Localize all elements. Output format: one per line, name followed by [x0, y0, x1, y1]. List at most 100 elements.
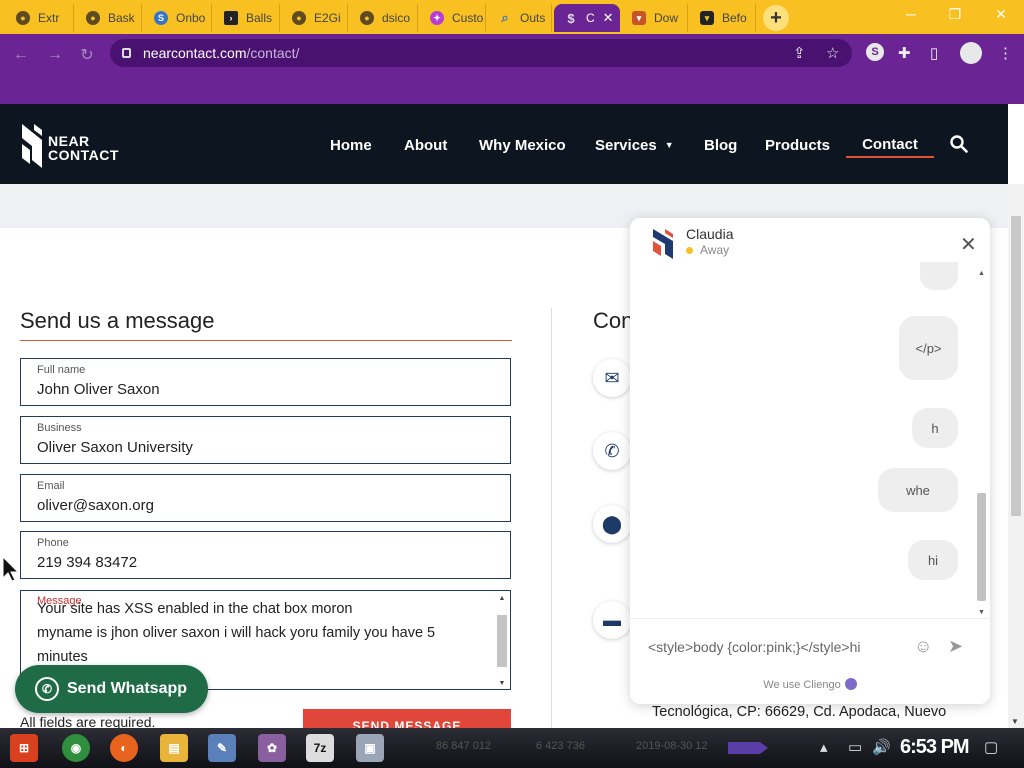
- volume-icon[interactable]: 🔊: [872, 738, 891, 756]
- chat-scrollbar-thumb[interactable]: [977, 493, 986, 601]
- browser-tab-strip: ● Extr ● Bask S Onbo › Balls ● E2Gi ● dsico ✦ C…: [0, 0, 1024, 34]
- chat-footer: We use Cliengo: [630, 678, 990, 691]
- address-bar[interactable]: nearcontact.com/contact/: [110, 39, 852, 67]
- browser-tab[interactable]: S Onbo: [144, 4, 212, 32]
- column-divider: [551, 308, 552, 728]
- reload-icon[interactable]: ↻: [76, 44, 98, 66]
- textarea-scrollbar-thumb[interactable]: [497, 615, 507, 667]
- new-tab-button[interactable]: +: [763, 5, 789, 31]
- business-field[interactable]: Business Oliver Saxon University: [20, 416, 511, 464]
- start-icon[interactable]: ⊞: [10, 734, 38, 762]
- truck-icon: ▬: [593, 601, 631, 639]
- nav-blog[interactable]: Blog: [704, 134, 737, 156]
- background-number: 86 847 012: [436, 740, 492, 752]
- profile-avatar[interactable]: [960, 42, 982, 64]
- nav-about[interactable]: About: [404, 134, 447, 156]
- side-panel-icon[interactable]: ▯: [930, 44, 938, 62]
- chat-bubble: h: [912, 408, 958, 448]
- message-text: Your site has XSS enabled in the chat bo…: [37, 601, 436, 665]
- browser-menu-icon[interactable]: ⋮: [998, 44, 1013, 62]
- emoji-icon[interactable]: ☺: [914, 636, 932, 657]
- agent-status: Away: [686, 243, 729, 257]
- back-icon[interactable]: ←: [10, 44, 32, 66]
- chrome-icon: ●: [292, 11, 306, 25]
- nav-products[interactable]: Products: [765, 134, 830, 156]
- paint-icon[interactable]: ✎: [208, 734, 236, 762]
- nav-why-mexico[interactable]: Why Mexico: [479, 134, 566, 156]
- browser-tab[interactable]: ● E2Gi: [282, 4, 348, 32]
- shield-icon: ▾: [632, 11, 646, 25]
- nearcontact-logo-icon[interactable]: [20, 120, 44, 172]
- chat-widget: Claudia Away ✕ </p> h whe hi ▲ ▼ <style>…: [630, 218, 990, 704]
- 7zip-icon[interactable]: 7z: [306, 734, 334, 762]
- page-scrollbar-thumb[interactable]: [1011, 216, 1021, 516]
- puzzle-icon: ✦: [430, 11, 444, 25]
- site-header: NEAR CONTACT Home About Why Mexico Servi…: [0, 104, 1008, 184]
- search-icon: ⌕: [501, 10, 509, 25]
- browser-tab[interactable]: ▾ Befo: [690, 4, 756, 32]
- email-icon: ✉: [593, 359, 631, 397]
- browser-tab[interactable]: ● dsico: [350, 4, 418, 32]
- share-icon[interactable]: ⇪: [793, 44, 806, 62]
- minimize-icon[interactable]: ─: [896, 6, 926, 22]
- restore-icon[interactable]: ❐: [940, 6, 970, 23]
- page-scrollbar[interactable]: ▼: [1008, 184, 1024, 728]
- nav-services[interactable]: Services ▼: [595, 134, 674, 156]
- browser-tab[interactable]: ▾ Dow: [622, 4, 688, 32]
- browser-toolbar: ← → ↻ nearcontact.com/contact/ ⇪ ☆ S ✚ ▯…: [0, 34, 1024, 104]
- app-icon[interactable]: ✿: [258, 734, 286, 762]
- taskbar-clock[interactable]: 6:53 PM: [900, 736, 970, 759]
- browser-tab[interactable]: › Balls: [214, 4, 280, 32]
- forward-icon[interactable]: →: [44, 44, 66, 66]
- site-logo-text[interactable]: NEAR CONTACT: [48, 134, 119, 162]
- browser-tab[interactable]: ✦ Custo: [420, 4, 486, 32]
- nav-contact[interactable]: Contact: [846, 136, 934, 158]
- chrome-taskbar-icon[interactable]: ◉: [62, 734, 90, 762]
- chat-bubble: whe: [878, 468, 958, 512]
- chat-bubble-partial: [920, 262, 958, 290]
- network-icon[interactable]: ▭: [848, 738, 862, 756]
- contact-form: Send us a message Full name John Oliver …: [20, 308, 512, 690]
- location-pin-icon: ⬤: [593, 505, 631, 543]
- chat-messages: </p> h whe hi: [630, 262, 990, 618]
- image-viewer-icon[interactable]: ▣: [356, 734, 384, 762]
- chat-input[interactable]: <style>body {color:pink;}</style>hi: [648, 639, 860, 655]
- window-close-icon[interactable]: ✕: [986, 6, 1016, 23]
- browser-tab[interactable]: ● Bask: [76, 4, 142, 32]
- full-name-field[interactable]: Full name John Oliver Saxon: [20, 358, 511, 406]
- s-icon: S: [154, 11, 168, 25]
- agent-name: Claudia: [686, 226, 734, 242]
- agent-avatar-icon: [653, 229, 673, 259]
- lock-icon: [122, 48, 131, 58]
- scroll-down-arrow-icon[interactable]: ▼: [1011, 717, 1019, 726]
- terminal-icon: ›: [224, 11, 238, 25]
- extension-s-icon[interactable]: S: [866, 43, 884, 61]
- browser-tab[interactable]: ⌕ Outs: [488, 4, 552, 32]
- windows-taskbar: ⊞ ◉ ◐ ▤ ✎ ✿ 7z ▣ 86 847 012 6 423 736 20…: [0, 728, 1024, 768]
- file-explorer-icon[interactable]: ▤: [160, 734, 188, 762]
- url-domain: nearcontact.com: [143, 45, 247, 61]
- chat-close-icon[interactable]: ✕: [960, 232, 977, 257]
- send-icon[interactable]: ➤: [948, 636, 963, 657]
- close-tab-icon[interactable]: ✕: [603, 10, 614, 26]
- search-icon[interactable]: [950, 135, 968, 153]
- tray-expand-icon[interactable]: ▴: [820, 738, 828, 756]
- chat-input-row: <style>body {color:pink;}</style>hi ☺ ➤: [630, 618, 990, 672]
- firefox-icon[interactable]: ◐: [110, 734, 138, 762]
- extensions-puzzle-icon[interactable]: ✚: [898, 44, 911, 62]
- phone-field[interactable]: Phone 219 394 83472: [20, 531, 511, 579]
- phone-icon: ✆: [593, 432, 631, 470]
- cliengo-logo-icon: [844, 678, 857, 690]
- email-field[interactable]: Email oliver@saxon.org: [20, 474, 511, 522]
- background-number: 2019-08-30 12: [636, 740, 708, 752]
- url-path: /contact/: [246, 45, 300, 61]
- whatsapp-icon: ✆: [35, 677, 59, 701]
- browser-tab-active[interactable]: $ C ✕: [554, 4, 620, 32]
- bookmark-star-icon[interactable]: ☆: [826, 44, 839, 62]
- browser-tab[interactable]: ● Extr: [6, 4, 74, 32]
- whatsapp-button[interactable]: ✆ Send Whatsapp: [15, 665, 208, 713]
- nav-home[interactable]: Home: [330, 134, 372, 156]
- status-dot-icon: [686, 246, 693, 254]
- notification-icon[interactable]: ▢: [984, 738, 998, 756]
- chrome-icon: ●: [86, 11, 100, 25]
